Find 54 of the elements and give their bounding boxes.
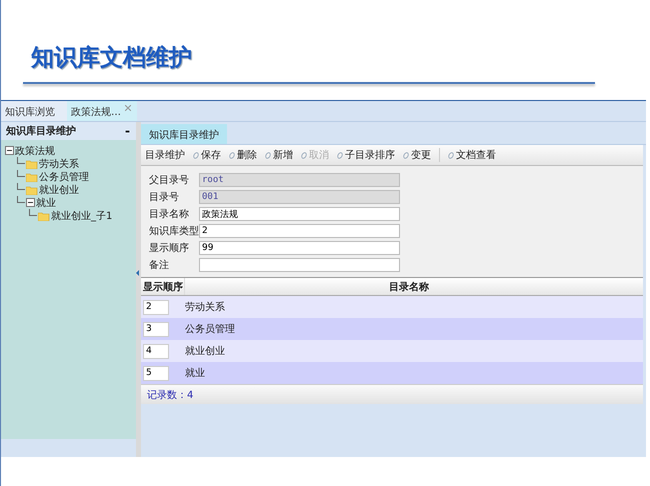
field-label: 显示顺序 — [149, 242, 190, 255]
collapse-icon[interactable] — [26, 198, 35, 207]
field-label: 知识库类型 — [149, 224, 199, 238]
tree-item[interactable]: 就业创业_子1 — [51, 208, 112, 222]
tree-item[interactable]: 就业 — [36, 196, 56, 210]
table-cell: 就业创业 — [184, 346, 225, 357]
tree-item[interactable]: 劳动关系 — [39, 156, 79, 170]
table-row[interactable]: 4 就业创业 — [141, 340, 643, 362]
tab[interactable]: 知识库目录维护 — [141, 124, 227, 144]
folder-icon — [26, 184, 38, 194]
folder-icon — [38, 210, 50, 220]
order-input[interactable]: 4 — [143, 344, 169, 358]
folder-icon — [26, 172, 38, 182]
column-header[interactable]: 显示顺序 — [141, 278, 185, 295]
field-label: 目录号 — [149, 191, 180, 204]
field-label: 目录名称 — [149, 208, 190, 221]
tree-item[interactable]: 公务员管理 — [39, 170, 89, 184]
tab[interactable]: 知识库浏览 — [1, 101, 67, 121]
toolbar-button[interactable]: 子目录排序 — [337, 148, 395, 162]
table-row[interactable]: 3 公务员管理 — [141, 318, 643, 340]
input-field[interactable] — [199, 258, 400, 272]
table-cell: 公务员管理 — [184, 324, 235, 335]
toolbar-button[interactable]: 新增 — [265, 148, 293, 162]
field-label: 父目录号 — [149, 174, 190, 187]
tree-item[interactable]: 就业创业 — [39, 182, 79, 196]
slide-title: 知识库文档维护 — [30, 44, 193, 73]
input-field[interactable]: 2 — [199, 224, 400, 238]
collapse-icon[interactable] — [5, 146, 14, 155]
input-field[interactable]: 政策法规 — [199, 207, 400, 221]
arrow-icon[interactable] — [136, 270, 139, 276]
order-input[interactable]: 3 — [143, 322, 169, 336]
table-row[interactable]: 5 就业 — [141, 362, 643, 384]
toolbar-button[interactable]: 保存 — [193, 148, 221, 162]
folder-icon — [26, 158, 38, 168]
record-count: 记录数：4 — [147, 388, 194, 402]
input-field[interactable]: 001 — [199, 190, 400, 204]
toolbar-button[interactable]: 文档查看 — [439, 148, 496, 162]
column-header[interactable]: 目录名称 — [185, 278, 643, 295]
panel-title: 知识库目录维护 — [6, 124, 76, 138]
close-icon[interactable] — [125, 105, 131, 111]
order-input[interactable]: 2 — [143, 300, 169, 314]
input-field[interactable]: 99 — [199, 241, 400, 255]
tab[interactable]: 政策法规… — [67, 101, 137, 121]
input-field[interactable]: root — [199, 173, 400, 187]
toolbar-button[interactable]: 删除 — [229, 148, 257, 162]
field-label: 备注 — [149, 258, 170, 272]
tree-item[interactable]: 政策法规 — [15, 144, 55, 158]
table-cell: 就业 — [184, 368, 205, 379]
collapse-button[interactable]: - — [125, 124, 130, 138]
order-input[interactable]: 5 — [143, 366, 169, 380]
table-row[interactable]: 2 劳动关系 — [141, 296, 643, 318]
toolbar-label: 目录维护 — [145, 148, 185, 162]
table-cell: 劳动关系 — [184, 302, 225, 313]
toolbar-button[interactable]: 变更 — [403, 148, 431, 162]
